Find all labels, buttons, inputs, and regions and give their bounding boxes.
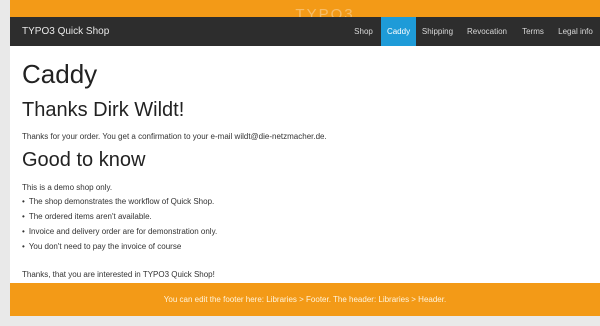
nav-item-shipping[interactable]: Shipping	[416, 17, 459, 46]
page: TYPO3 TYPO3 Quick Shop Shop Caddy Shippi…	[0, 0, 600, 326]
top-banner-strip: TYPO3	[10, 0, 600, 17]
page-title: Caddy	[22, 59, 98, 89]
nav-item-caddy[interactable]: Caddy	[381, 17, 416, 46]
top-navbar: TYPO3 Quick Shop Shop Caddy Shipping Rev…	[10, 17, 600, 46]
info-bullet-list: The shop demonstrates the workflow of Qu…	[22, 197, 217, 257]
nav-item-terms[interactable]: Terms	[515, 17, 551, 46]
order-confirmation-text: Thanks for your order. You get a confirm…	[22, 132, 327, 141]
page-footer: You can edit the footer here: Libraries …	[10, 283, 600, 316]
demo-intro-text: This is a demo shop only.	[22, 183, 113, 192]
typo3-logo-text: TYPO3	[295, 6, 355, 17]
main-nav-menu: Shop Caddy Shipping Revocation Terms Leg…	[346, 17, 600, 46]
nav-item-revocation[interactable]: Revocation	[459, 17, 515, 46]
nav-item-shop[interactable]: Shop	[346, 17, 381, 46]
thanks-heading: Thanks Dirk Wildt!	[22, 99, 185, 121]
site-brand-link[interactable]: TYPO3 Quick Shop	[10, 26, 109, 37]
list-item: The shop demonstrates the workflow of Qu…	[22, 197, 217, 212]
nav-item-legal-info[interactable]: Legal info	[551, 17, 600, 46]
footer-text: You can edit the footer here: Libraries …	[163, 295, 447, 304]
list-item: The ordered items aren't available.	[22, 212, 217, 227]
list-item: You don't need to pay the invoice of cou…	[22, 242, 217, 257]
good-to-know-heading: Good to know	[22, 149, 146, 171]
main-content: Caddy Thanks Dirk Wildt! Thanks for your…	[10, 46, 600, 283]
list-item: Invoice and delivery order are for demon…	[22, 227, 217, 242]
closing-thanks-text: Thanks, that you are interested in TYPO3…	[22, 270, 215, 279]
